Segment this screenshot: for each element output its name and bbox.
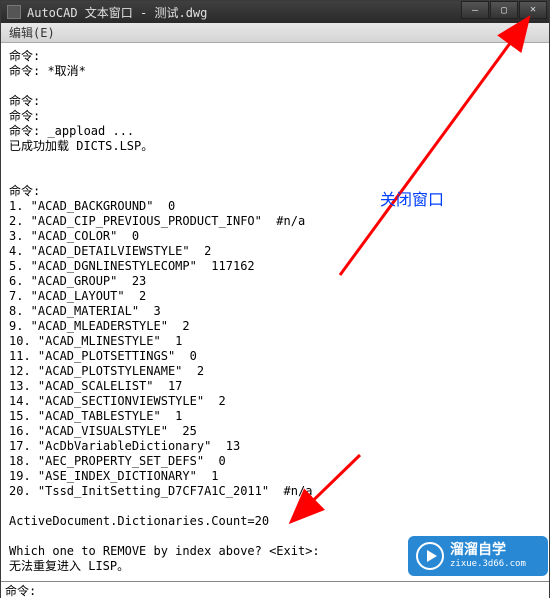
window-title: AutoCAD 文本窗口 - 测试.dwg [27,4,207,21]
command-prompt: 命令: [5,582,36,599]
play-icon [416,542,444,570]
window-controls: — ▢ ✕ [460,1,547,19]
command-line[interactable]: 命令: [1,581,549,599]
titlebar[interactable]: AutoCAD 文本窗口 - 测试.dwg — ▢ ✕ [1,1,549,23]
app-icon [7,5,21,19]
annotation-close-window: 关闭窗口 [380,186,444,210]
watermark-url: zixue.3d66.com [450,559,526,570]
watermark-brand: 溜溜自学 [450,542,526,559]
watermark: 溜溜自学 zixue.3d66.com [408,536,548,576]
close-button[interactable]: ✕ [519,1,547,19]
menubar: 编辑(E) [1,23,549,43]
maximize-button[interactable]: ▢ [490,1,518,19]
watermark-text: 溜溜自学 zixue.3d66.com [450,542,526,570]
console-output[interactable]: 命令: 命令: *取消* 命令: 命令: 命令: _appload ... 已成… [1,43,549,581]
minimize-button[interactable]: — [461,1,489,19]
autocad-text-window: AutoCAD 文本窗口 - 测试.dwg — ▢ ✕ 编辑(E) 命令: 命令… [0,0,550,598]
menu-edit[interactable]: 编辑(E) [9,24,55,41]
